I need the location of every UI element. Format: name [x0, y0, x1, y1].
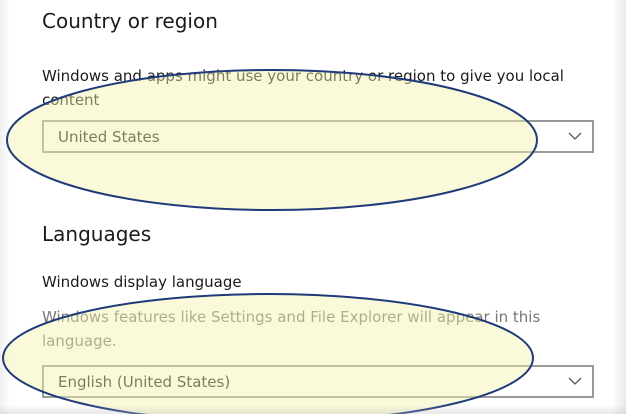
country-region-description: Windows and apps might use your country …: [42, 67, 564, 109]
chevron-down-icon: [568, 132, 582, 140]
country-region-selected-value: United States: [58, 128, 160, 146]
languages-heading: Languages: [42, 222, 152, 246]
display-language-description: Windows features like Settings and File …: [42, 308, 541, 350]
chevron-down-icon: [568, 377, 582, 385]
settings-page: Country or region Windows and apps might…: [0, 0, 626, 414]
country-region-heading: Country or region: [42, 9, 218, 33]
display-language-dropdown[interactable]: English (United States): [42, 365, 594, 398]
country-region-dropdown[interactable]: United States: [42, 120, 594, 153]
screenshot-shadow-left: [0, 0, 10, 414]
screenshot-shadow-right: [612, 0, 626, 414]
display-language-label: Windows display language: [42, 273, 242, 291]
screenshot-shadow-bottom: [0, 404, 626, 414]
display-language-selected-value: English (United States): [58, 373, 231, 391]
